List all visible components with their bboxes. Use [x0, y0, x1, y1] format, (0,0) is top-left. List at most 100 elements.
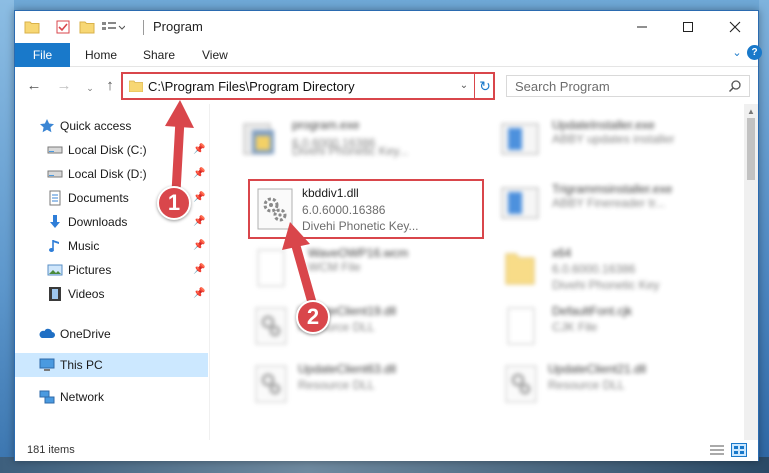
file-meta-secondary: Divehi Phonetic Key... — [302, 219, 419, 233]
title-bar: Program — [15, 11, 758, 43]
pin-icon: 📌 — [193, 168, 206, 179]
tab-view[interactable]: View — [202, 48, 228, 62]
scroll-up-icon[interactable]: ▲ — [747, 107, 755, 116]
exe-file-icon — [238, 118, 282, 162]
window-title: Program — [153, 19, 203, 34]
details-view-icon[interactable] — [709, 443, 725, 457]
file-tile[interactable]: UpdateClient21.dll Resource DLL — [490, 356, 730, 412]
file-tile[interactable]: UpdateClient19.dll Resource DLL — [240, 298, 480, 354]
file-name: program.exe — [292, 118, 360, 132]
minimize-button[interactable] — [619, 11, 665, 42]
file-name: UpdateClient63.dll — [298, 362, 397, 376]
file-meta: CJK File — [552, 320, 598, 334]
up-arrow-icon[interactable]: ↑ — [101, 78, 119, 94]
close-button[interactable] — [712, 11, 758, 42]
sidebar-item-onedrive[interactable]: OneDrive — [15, 322, 208, 346]
scrollbar-thumb[interactable] — [747, 118, 755, 180]
videos-icon — [47, 286, 63, 302]
status-bar: 181 items — [15, 440, 758, 461]
vertical-scrollbar[interactable]: ▲ — [744, 104, 758, 440]
maximize-button[interactable] — [665, 11, 711, 42]
file-name: DefaultFont.cjk — [552, 304, 633, 318]
file-tile[interactable]: Trigrammsinstaller.exe ABBY Finereader t… — [490, 176, 730, 232]
sidebar-item-videos[interactable]: Videos 📌 — [15, 282, 208, 306]
file-meta: 6.0.6000.16386 — [302, 203, 386, 217]
ribbon-tabs: File Home Share View ⌄ ? — [15, 43, 762, 67]
sidebar-item-local-disk-c[interactable]: Local Disk (C:) 📌 — [15, 138, 208, 162]
sidebar-item-network[interactable]: Network — [15, 385, 208, 409]
sidebar-item-music[interactable]: Music 📌 — [15, 234, 208, 258]
file-tile-selected[interactable]: kbddiv1.dll 6.0.6000.16386 Divehi Phonet… — [248, 179, 484, 239]
file-name: WaveOWP16.wcm — [308, 246, 409, 260]
search-input[interactable]: Search Program — [506, 75, 750, 97]
sidebar-item-label: Downloads — [68, 215, 128, 229]
file-tile[interactable]: UpdateInstaller.exe ABBY updates install… — [490, 112, 730, 168]
chevron-down-icon[interactable]: ⌄ — [729, 46, 745, 62]
file-tile[interactable]: DefaultFont.cjk CJK File — [490, 298, 730, 354]
step-marker-1: 1 — [157, 186, 191, 220]
dll-gear-icon — [248, 362, 292, 406]
item-count: 181 items — [27, 444, 75, 456]
installer-icon — [498, 118, 542, 162]
pin-icon: 📌 — [193, 264, 206, 275]
file-meta: ABBY Finereader tr... — [552, 196, 666, 210]
sidebar-item-pictures[interactable]: Pictures 📌 — [15, 258, 208, 282]
folder-icon — [24, 19, 40, 35]
installer-icon — [498, 182, 542, 226]
desktop-background-left — [0, 0, 14, 473]
properties-check-icon[interactable] — [55, 19, 71, 35]
sidebar-item-local-disk-d[interactable]: Local Disk (D:) 📌 — [15, 162, 208, 186]
customize-toolbar-icon[interactable] — [101, 19, 126, 35]
recent-locations-chevron-icon[interactable]: ⌄ — [81, 80, 99, 96]
tab-file[interactable]: File — [15, 43, 70, 67]
navigation-bar: ← → ⌄ ↑ C:\Program Files\Program Directo… — [15, 68, 758, 104]
folder-icon — [128, 80, 144, 93]
pin-icon: 📌 — [193, 240, 206, 251]
file-tile[interactable]: UpdateClient63.dll Resource DLL — [240, 356, 480, 412]
cloud-icon — [39, 326, 55, 342]
sidebar-item-label: Local Disk (D:) — [68, 167, 147, 181]
search-placeholder: Search Program — [515, 79, 610, 94]
navigation-pane: Quick access Local Disk (C:) 📌 Local Dis… — [15, 104, 209, 440]
sidebar-item-label: Documents — [68, 191, 129, 205]
file-list: program.exe 6.0.6000.16386 Divehi Phonet… — [210, 104, 744, 440]
sidebar-item-label: Music — [68, 239, 100, 253]
file-name: UpdateClient21.dll — [548, 362, 647, 376]
drive-icon — [47, 166, 63, 182]
file-tile[interactable]: WaveOWP16.wcm WCM File — [240, 240, 480, 296]
back-arrow-icon[interactable]: ← — [25, 78, 43, 94]
download-icon — [47, 214, 63, 230]
pictures-icon — [47, 262, 63, 278]
title-separator — [143, 20, 144, 35]
file-name: Trigrammsinstaller.exe — [552, 182, 673, 196]
search-icon[interactable] — [728, 79, 744, 95]
file-meta-secondary: Divehi Phonetic Key — [552, 278, 660, 292]
file-name: x64 — [552, 246, 572, 260]
file-tile[interactable]: program.exe 6.0.6000.16386 Divehi Phonet… — [230, 112, 470, 168]
chevron-down-icon[interactable]: ⌄ — [457, 78, 471, 94]
sidebar-item-this-pc[interactable]: This PC — [15, 353, 208, 377]
tab-share[interactable]: Share — [143, 48, 175, 62]
computer-icon — [39, 357, 55, 373]
generic-file-icon — [248, 246, 292, 290]
pin-icon: 📌 — [193, 144, 206, 155]
file-tile[interactable]: x64 6.0.6000.16386 Divehi Phonetic Key — [490, 240, 730, 296]
sidebar-item-label: Quick access — [60, 119, 132, 133]
music-icon — [47, 238, 63, 254]
address-bar[interactable]: C:\Program Files\Program Directory ⌄ ↻ — [121, 72, 495, 100]
explorer-window: Program File Home Share View ⌄ ? ← → ⌄ ↑… — [14, 10, 762, 461]
file-meta: ABBY updates installer — [552, 132, 675, 146]
generic-file-icon — [498, 304, 542, 348]
refresh-icon[interactable]: ↻ — [478, 77, 492, 95]
desktop-background-right — [759, 0, 769, 473]
step-marker-2: 2 — [296, 300, 330, 334]
sidebar-item-quick-access[interactable]: Quick access — [15, 114, 208, 138]
address-path[interactable]: C:\Program Files\Program Directory — [148, 79, 355, 94]
tab-home[interactable]: Home — [85, 48, 117, 62]
help-icon[interactable]: ? — [747, 45, 762, 60]
tiles-view-icon[interactable] — [731, 443, 747, 457]
pin-icon: 📌 — [193, 216, 206, 227]
new-folder-icon[interactable] — [79, 19, 95, 35]
sidebar-item-label: Pictures — [68, 263, 112, 277]
forward-arrow-icon[interactable]: → — [55, 78, 73, 94]
